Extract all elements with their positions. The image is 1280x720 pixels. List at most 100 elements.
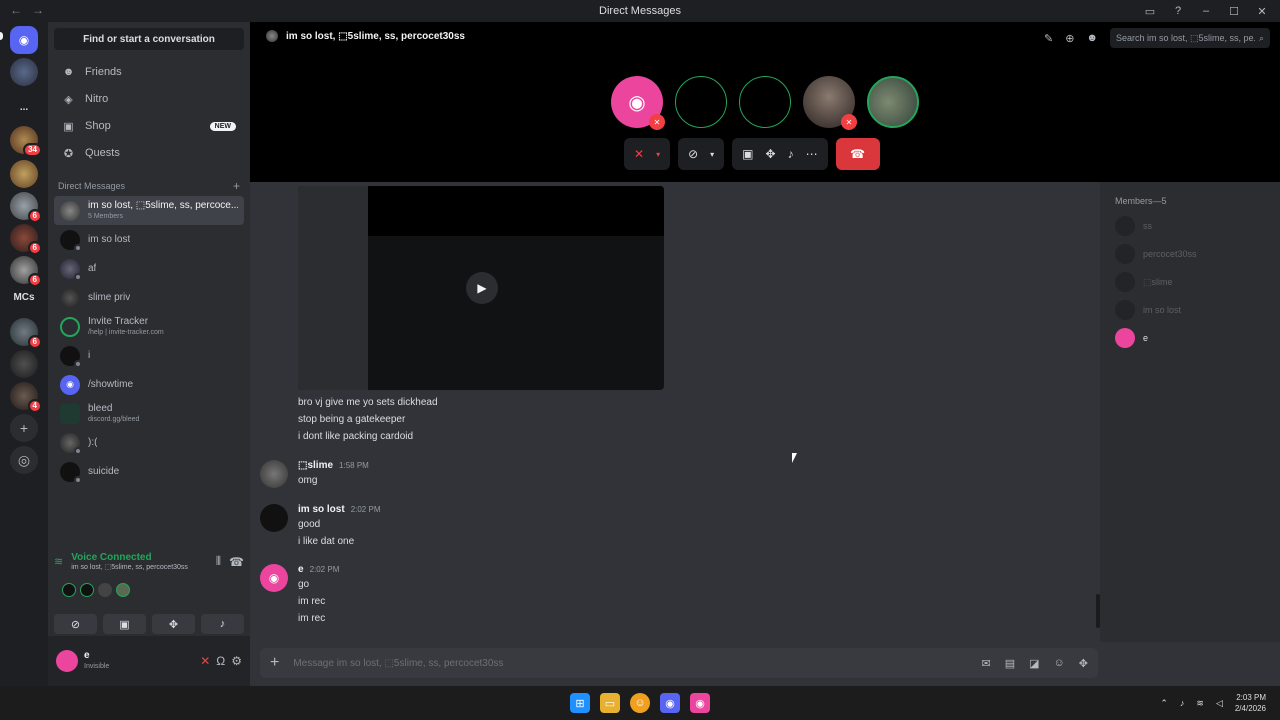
app-icon[interactable]: ☺ [630,693,650,713]
call-tile[interactable] [867,76,919,128]
minimize-button[interactable]: – [1194,2,1218,20]
settings-gear-icon[interactable]: ⚙ [231,654,242,668]
nav-shop[interactable]: ▣ Shop NEW [54,113,244,139]
attach-plus-icon[interactable]: + [270,654,279,672]
more-servers[interactable]: ... [8,102,40,113]
activities-icon[interactable]: ✥ [766,147,776,161]
dm-item[interactable]: suicide [54,457,244,486]
mic-icon[interactable]: ♪ [1180,698,1185,708]
emoji-icon[interactable]: ☺ [1054,657,1065,670]
dm-item[interactable]: slime priv [54,283,244,312]
author-name[interactable]: im so lost [298,504,345,515]
pin-icon[interactable]: ✎ [1044,32,1053,45]
screenshare-icon[interactable]: ▣ [103,614,146,634]
soundboard-icon[interactable]: ♪ [201,614,244,634]
message-line: stop being a gatekeeper [298,414,406,425]
apps-icon[interactable]: ✥ [1079,657,1088,670]
dm-item[interactable]: Invite Tracker/help | invite-tracker.com [54,312,244,341]
disconnect-icon[interactable]: ☎ [229,555,244,569]
member-item[interactable]: ⬚slime [1115,272,1173,292]
avatar[interactable] [260,504,288,532]
avatar [62,583,76,597]
noise-suppression-icon[interactable]: ⦀ [216,554,221,569]
wifi-icon[interactable]: ≋ [1196,698,1204,709]
maximize-button[interactable]: ☐ [1222,2,1246,20]
camera-off-icon[interactable]: ⊘ [54,614,97,634]
dm-sub: /help | invite-tracker.com [88,328,164,336]
create-dm-button[interactable]: + [233,179,240,193]
mic-muted-icon[interactable]: ✕ [200,654,210,668]
message-input[interactable]: Message im so lost, ⬚5slime, ss, percoce… [293,658,967,669]
mic-toggle-button[interactable]: ✕ ▾ [624,138,671,170]
call-tile[interactable]: ✕ [803,76,857,130]
forward-arrow-icon[interactable]: → [32,3,44,17]
dm-item-group[interactable]: im so lost, ⬚5slime, ss, percoce... 5 Mem… [54,196,244,225]
dm-item[interactable]: ):( [54,428,244,457]
windows-start-icon[interactable]: ⊞ [570,693,590,713]
find-conversation-button[interactable]: Find or start a conversation [54,28,244,50]
activities-icon[interactable]: ✥ [152,614,195,634]
member-item[interactable]: im so lost [1115,300,1181,320]
server-icon[interactable] [10,350,38,378]
inbox-icon[interactable]: ▭ [1138,2,1162,20]
soundboard-icon[interactable]: ♪ [788,147,794,161]
nav-friends[interactable]: ☻ Friends [54,59,244,85]
help-icon[interactable]: ? [1166,2,1190,20]
video-attachment[interactable]: ▶ [298,186,664,390]
close-button[interactable]: ✕ [1250,2,1274,20]
sticker-icon[interactable]: ◪ [1029,657,1039,670]
discord-taskbar-icon[interactable]: ◉ [690,693,710,713]
author-name[interactable]: ⬚slime [298,460,333,471]
headphones-icon[interactable]: Ω [216,654,225,668]
server-icon[interactable]: 6 [10,192,42,223]
avatar[interactable]: ◉ [260,564,288,592]
dm-item[interactable]: ◉ /showtime [54,370,244,399]
voice-channel-name[interactable]: im so lost, ⬚5slime, ss, percocet30ss [71,563,188,571]
timestamp: 2:02 PM [309,565,340,574]
play-icon[interactable]: ▶ [466,272,498,304]
server-icon[interactable]: 6 [10,256,42,287]
more-icon[interactable]: ⋯ [806,147,818,161]
discover-icon[interactable]: ◎ [10,446,38,474]
server-icon[interactable]: 4 [10,382,42,413]
member-list-icon[interactable]: ☻ [1086,32,1098,44]
avatar[interactable] [56,650,78,672]
dm-item[interactable]: af [54,254,244,283]
back-arrow-icon[interactable]: ← [10,3,22,17]
add-friends-icon[interactable]: ⊕ [1065,32,1074,45]
leave-call-button[interactable]: ☎ [835,138,880,170]
server-icon[interactable]: 34 [10,126,42,157]
author-name[interactable]: e [298,564,304,575]
server-icon[interactable]: 6 [10,318,42,349]
gift-icon[interactable]: ✉ [982,657,991,670]
member-item[interactable]: ss [1115,216,1152,236]
call-tile[interactable] [675,76,727,128]
call-tile[interactable] [739,76,791,128]
add-server-icon[interactable]: + [10,414,38,442]
dm-item[interactable]: i [54,341,244,370]
search-input[interactable]: Search im so lost, ⬚5slime, ss, pe... ⌕ [1110,28,1270,48]
call-tile[interactable]: ◉ ✕ [611,76,665,130]
dm-item[interactable]: im so lost [54,225,244,254]
server-folder-mcs[interactable]: MCs [8,292,40,303]
volume-icon[interactable]: ◁ [1216,698,1223,709]
dm-item[interactable]: bleed discord.gg/bleed [54,399,244,428]
file-explorer-icon[interactable]: ▭ [600,693,620,713]
camera-toggle-button[interactable]: ⊘ ▾ [678,138,725,170]
chevron-up-icon[interactable]: ⌃ [1160,698,1168,709]
screenshare-icon[interactable]: ▣ [742,147,753,161]
dm-name: slime priv [88,292,131,303]
discord-home-icon[interactable]: ◉ [10,26,38,54]
server-icon[interactable] [10,58,38,86]
nav-quests[interactable]: ✪ Quests [54,140,244,166]
nav-nitro[interactable]: ◈ Nitro [54,86,244,112]
gif-icon[interactable]: ▤ [1005,657,1015,670]
discord-taskbar-icon[interactable]: ◉ [660,693,680,713]
member-item[interactable]: percocet30ss [1115,244,1197,264]
clock[interactable]: 2:03 PM 2/4/2026 [1235,692,1266,714]
server-icon[interactable]: 6 [10,224,42,255]
member-item[interactable]: e [1115,328,1148,348]
server-icon[interactable] [10,160,38,188]
message-header: ⬚slime 1:58 PM [298,460,369,471]
avatar[interactable] [260,460,288,488]
